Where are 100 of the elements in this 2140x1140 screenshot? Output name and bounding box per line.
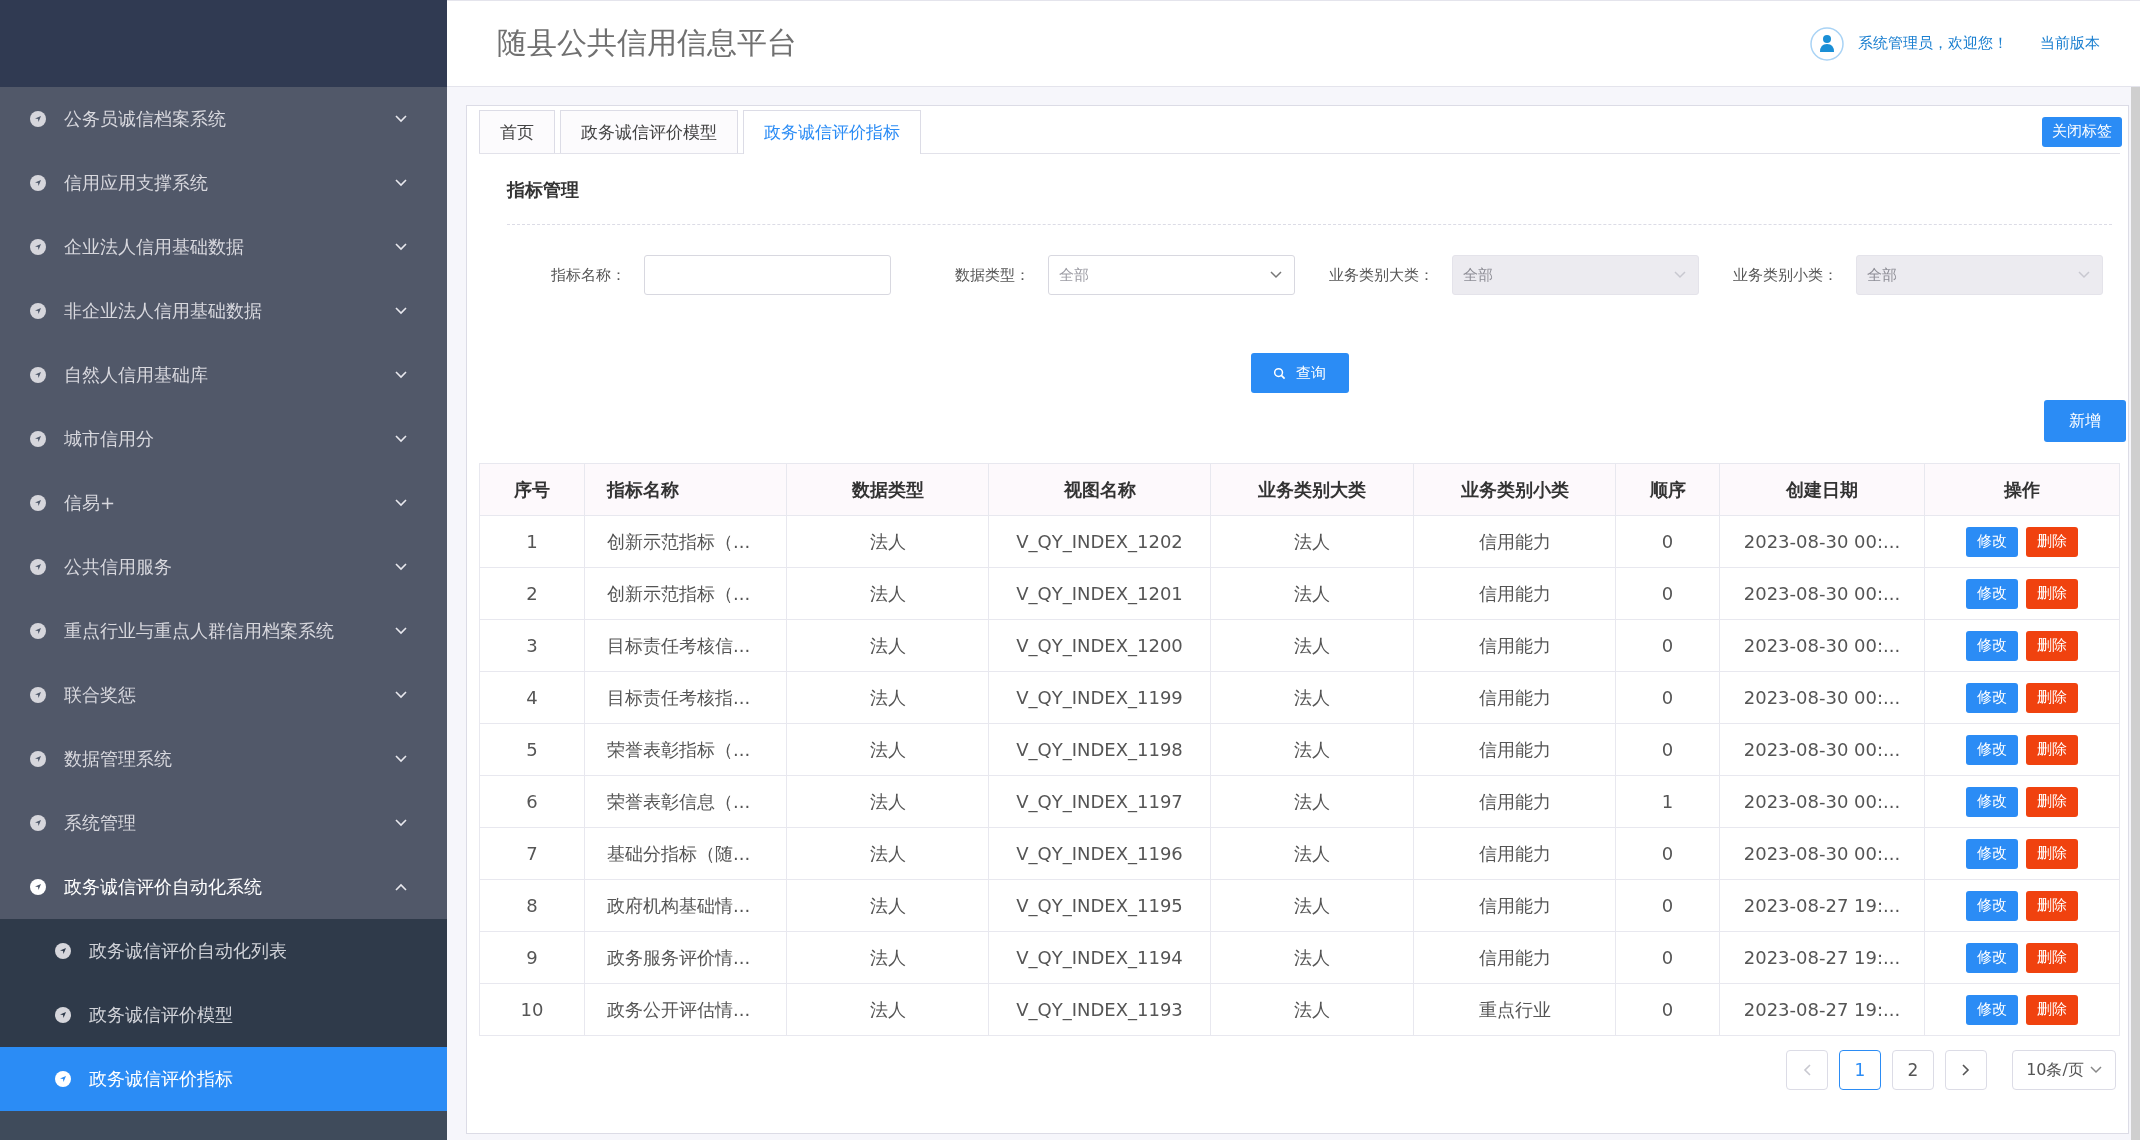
tab[interactable]: 政务诚信评价指标 xyxy=(743,110,921,154)
menu-item[interactable]: 政务诚信评价自动化系统 xyxy=(0,855,447,919)
delete-button[interactable]: 删除 xyxy=(2026,786,2078,817)
page-size-select[interactable]: 10条/页 xyxy=(2012,1050,2116,1090)
edit-button[interactable]: 修改 xyxy=(1966,994,2018,1025)
input-field[interactable] xyxy=(644,255,891,295)
table-cell: V_QY_INDEX_1196 xyxy=(988,827,1211,880)
table-cell: 法人 xyxy=(1210,515,1414,568)
edit-button[interactable]: 修改 xyxy=(1966,734,2018,765)
delete-button[interactable]: 删除 xyxy=(2026,526,2078,557)
edit-button[interactable]: 修改 xyxy=(1966,942,2018,973)
table-cell: V_QY_INDEX_1198 xyxy=(988,723,1211,776)
submenu-item[interactable]: 政务诚信评价模型 xyxy=(0,983,447,1047)
navigation-icon xyxy=(30,239,46,255)
table-cell: 信用能力 xyxy=(1413,515,1616,568)
chevron-down-icon xyxy=(395,627,407,635)
version-link[interactable]: 当前版本 xyxy=(2040,34,2100,53)
menu-item[interactable]: 信用应用支撑系统 xyxy=(0,151,447,215)
table-cell: 法人 xyxy=(1210,931,1414,984)
edit-button[interactable]: 修改 xyxy=(1966,630,2018,661)
column-header: 业务类别大类 xyxy=(1210,463,1414,516)
delete-button[interactable]: 删除 xyxy=(2026,994,2078,1025)
edit-button[interactable]: 修改 xyxy=(1966,578,2018,609)
chevron-down-icon xyxy=(1270,271,1282,279)
table-cell: V_QY_INDEX_1200 xyxy=(988,619,1211,672)
edit-button[interactable]: 修改 xyxy=(1966,838,2018,869)
delete-button[interactable]: 删除 xyxy=(2026,838,2078,869)
menu-label: 企业法人信用基础数据 xyxy=(64,235,245,259)
tab[interactable]: 政务诚信评价模型 xyxy=(560,110,738,153)
menu-item[interactable]: 城市信用分 xyxy=(0,407,447,471)
table-cell: 0 xyxy=(1615,619,1720,672)
chevron-down-icon xyxy=(395,499,407,507)
menu-label: 自然人信用基础库 xyxy=(64,363,209,387)
next-page-button[interactable] xyxy=(1945,1050,1987,1090)
table-cell: 法人 xyxy=(1210,619,1414,672)
table-cell: 政府机构基础情... xyxy=(584,879,787,932)
menu-item[interactable]: 数据管理系统 xyxy=(0,727,447,791)
menu-label: 政务诚信评价自动化列表 xyxy=(89,939,288,963)
submenu-item[interactable]: 政务诚信评价自动化列表 xyxy=(0,919,447,983)
delete-button[interactable]: 删除 xyxy=(2026,578,2078,609)
close-tabs-button[interactable]: 关闭标签 xyxy=(2042,116,2122,147)
table-cell: V_QY_INDEX_1202 xyxy=(988,515,1211,568)
menu-label: 公务员诚信档案系统 xyxy=(64,107,227,131)
tab[interactable]: 首页 xyxy=(479,110,555,153)
delete-button[interactable]: 删除 xyxy=(2026,890,2078,921)
table-cell: 2023-08-30 00:... xyxy=(1719,775,1925,828)
edit-button[interactable]: 修改 xyxy=(1966,526,2018,557)
menu-item[interactable]: 公务员诚信档案系统 xyxy=(0,87,447,151)
delete-button[interactable]: 删除 xyxy=(2026,734,2078,765)
edit-button[interactable]: 修改 xyxy=(1966,890,2018,921)
submenu-item[interactable]: 政务诚信评价指标 xyxy=(0,1047,447,1111)
menu-label: 重点行业与重点人群信用档案系统 xyxy=(64,619,335,643)
navigation-icon xyxy=(30,879,46,895)
navigation-icon xyxy=(55,1071,71,1087)
menu-item[interactable]: 公共信用服务 xyxy=(0,535,447,599)
menu-label: 信用应用支撑系统 xyxy=(64,171,209,195)
add-button[interactable]: 新增 xyxy=(2044,400,2126,442)
menu-item[interactable]: 联合奖惩 xyxy=(0,663,447,727)
menu-item[interactable]: 自然人信用基础库 xyxy=(0,343,447,407)
delete-button[interactable]: 删除 xyxy=(2026,630,2078,661)
table-cell: 目标责任考核指... xyxy=(584,671,787,724)
table-cell: 2023-08-30 00:... xyxy=(1719,567,1925,620)
table-cell: 1 xyxy=(1615,775,1720,828)
column-header: 视图名称 xyxy=(988,463,1211,516)
table-cell: 6 xyxy=(479,775,585,828)
menu-item[interactable]: 非企业法人信用基础数据 xyxy=(0,279,447,343)
query-button[interactable]: 查询 xyxy=(1250,353,1349,393)
table-cell: 信用能力 xyxy=(1413,619,1616,672)
menu-item[interactable]: 重点行业与重点人群信用档案系统 xyxy=(0,599,447,663)
menu-label: 系统管理 xyxy=(64,811,137,835)
table-cell: 2023-08-30 00:... xyxy=(1719,619,1925,672)
menu-label: 联合奖惩 xyxy=(64,683,137,707)
table-cell: 2 xyxy=(479,567,585,620)
menu-item[interactable]: 企业法人信用基础数据 xyxy=(0,215,447,279)
edit-button[interactable]: 修改 xyxy=(1966,682,2018,713)
page-button[interactable]: 1 xyxy=(1839,1050,1881,1090)
table-cell: 2023-08-27 19:... xyxy=(1719,931,1925,984)
menu-item[interactable]: 系统管理 xyxy=(0,791,447,855)
edit-button[interactable]: 修改 xyxy=(1966,786,2018,817)
table-cell: 2023-08-30 00:... xyxy=(1719,723,1925,776)
select-field[interactable]: 全部 xyxy=(1048,255,1295,295)
scrollbar[interactable] xyxy=(2131,87,2140,1140)
table-cell: 创新示范指标（... xyxy=(584,567,787,620)
table-cell: 创新示范指标（... xyxy=(584,515,787,568)
delete-button[interactable]: 删除 xyxy=(2026,942,2078,973)
table-cell: 目标责任考核信... xyxy=(584,619,787,672)
delete-button[interactable]: 删除 xyxy=(2026,682,2078,713)
table-cell: 0 xyxy=(1615,931,1720,984)
navigation-icon xyxy=(55,943,71,959)
table-cell: 法人 xyxy=(1210,723,1414,776)
chevron-down-icon xyxy=(395,115,407,123)
chevron-down-icon xyxy=(395,307,407,315)
table-cell: V_QY_INDEX_1201 xyxy=(988,567,1211,620)
table-cell: 荣誉表彰指标（... xyxy=(584,723,787,776)
navigation-icon xyxy=(30,431,46,447)
table-cell: 法人 xyxy=(1210,671,1414,724)
column-header: 操作 xyxy=(1924,463,2120,516)
table-cell: 2023-08-30 00:... xyxy=(1719,827,1925,880)
page-button[interactable]: 2 xyxy=(1892,1050,1934,1090)
menu-item[interactable]: 信易+ xyxy=(0,471,447,535)
